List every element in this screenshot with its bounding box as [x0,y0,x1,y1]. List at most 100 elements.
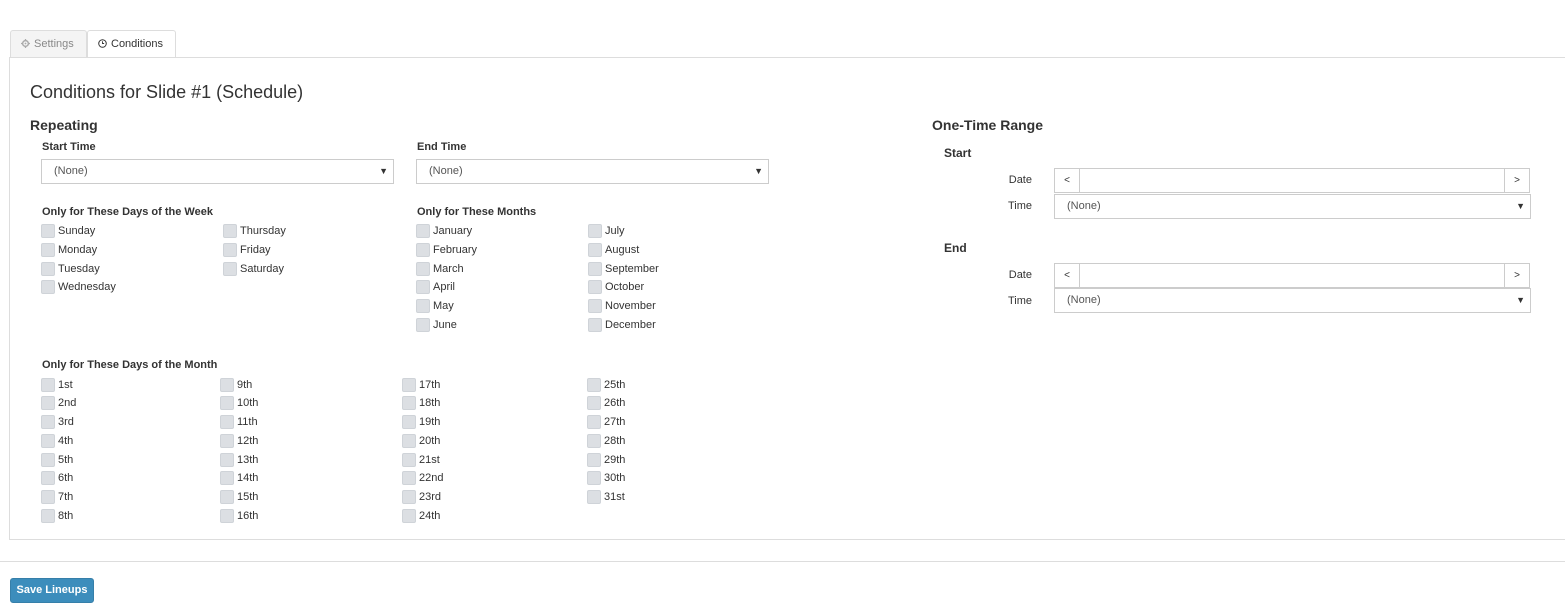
checkbox[interactable] [41,509,55,523]
month-checkbox-may[interactable]: May [416,299,454,315]
month-day-checkbox[interactable]: 9th [220,378,252,394]
checkbox[interactable] [587,434,601,448]
checkbox[interactable] [41,243,55,257]
start-range-time-select[interactable]: (None) ▼ [1054,194,1531,219]
start-date-next-button[interactable]: > [1504,169,1529,192]
checkbox[interactable] [588,243,602,257]
checkbox[interactable] [587,490,601,504]
checkbox[interactable] [41,396,55,410]
month-day-checkbox[interactable]: 3rd [41,415,74,431]
checkbox[interactable] [402,509,416,523]
checkbox[interactable] [587,396,601,410]
month-checkbox-february[interactable]: February [416,243,477,259]
checkbox[interactable] [223,224,237,238]
month-checkbox-june[interactable]: June [416,318,457,334]
checkbox[interactable] [223,243,237,257]
month-day-checkbox[interactable]: 2nd [41,396,76,412]
month-day-checkbox[interactable]: 26th [587,396,625,412]
checkbox[interactable] [588,262,602,276]
month-day-checkbox[interactable]: 27th [587,415,625,431]
checkbox[interactable] [223,262,237,276]
month-checkbox-january[interactable]: January [416,224,472,240]
checkbox[interactable] [41,434,55,448]
month-day-checkbox[interactable]: 13th [220,453,258,469]
checkbox[interactable] [41,280,55,294]
start-date-prev-button[interactable]: < [1055,169,1080,192]
month-day-checkbox[interactable]: 23rd [402,490,441,506]
checkbox[interactable] [41,453,55,467]
checkbox[interactable] [416,280,430,294]
weekday-checkbox-saturday[interactable]: Saturday [223,262,284,278]
checkbox[interactable] [402,396,416,410]
month-day-checkbox[interactable]: 11th [220,415,258,431]
month-day-checkbox[interactable]: 16th [220,509,258,525]
start-date-input[interactable] [1080,169,1504,192]
month-day-checkbox[interactable]: 28th [587,434,625,450]
month-day-checkbox[interactable]: 31st [587,490,625,506]
end-range-time-select[interactable]: (None) ▼ [1054,288,1531,313]
month-day-checkbox[interactable]: 5th [41,453,73,469]
checkbox[interactable] [588,318,602,332]
checkbox[interactable] [587,415,601,429]
weekday-checkbox-sunday[interactable]: Sunday [41,224,95,240]
checkbox[interactable] [220,471,234,485]
month-day-checkbox[interactable]: 30th [587,471,625,487]
checkbox[interactable] [402,471,416,485]
checkbox[interactable] [587,453,601,467]
checkbox[interactable] [587,471,601,485]
end-date-next-button[interactable]: > [1504,264,1529,287]
month-checkbox-october[interactable]: October [588,280,644,296]
checkbox[interactable] [402,415,416,429]
month-day-checkbox[interactable]: 7th [41,490,73,506]
save-lineups-button[interactable]: Save Lineups [10,578,94,603]
checkbox[interactable] [588,280,602,294]
month-checkbox-july[interactable]: July [588,224,625,240]
checkbox[interactable] [41,471,55,485]
month-day-checkbox[interactable]: 29th [587,453,625,469]
tab-settings[interactable]: Settings [10,30,87,57]
checkbox[interactable] [220,490,234,504]
month-checkbox-december[interactable]: December [588,318,656,334]
weekday-checkbox-friday[interactable]: Friday [223,243,271,259]
checkbox[interactable] [416,243,430,257]
checkbox[interactable] [220,434,234,448]
month-day-checkbox[interactable]: 6th [41,471,73,487]
month-day-checkbox[interactable]: 4th [41,434,73,450]
month-checkbox-september[interactable]: September [588,262,659,278]
month-day-checkbox[interactable]: 12th [220,434,258,450]
month-day-checkbox[interactable]: 20th [402,434,440,450]
month-day-checkbox[interactable]: 8th [41,509,73,525]
checkbox[interactable] [41,224,55,238]
month-checkbox-august[interactable]: August [588,243,639,259]
checkbox[interactable] [220,378,234,392]
month-day-checkbox[interactable]: 24th [402,509,440,525]
month-checkbox-march[interactable]: March [416,262,464,278]
checkbox[interactable] [220,396,234,410]
checkbox[interactable] [220,509,234,523]
end-time-select[interactable]: (None) ▼ [416,159,769,184]
checkbox[interactable] [402,378,416,392]
checkbox[interactable] [41,378,55,392]
month-day-checkbox[interactable]: 17th [402,378,440,394]
checkbox[interactable] [416,262,430,276]
month-day-checkbox[interactable]: 1st [41,378,73,394]
checkbox[interactable] [416,299,430,313]
month-day-checkbox[interactable]: 25th [587,378,625,394]
checkbox[interactable] [588,299,602,313]
month-day-checkbox[interactable]: 14th [220,471,258,487]
checkbox[interactable] [41,490,55,504]
weekday-checkbox-tuesday[interactable]: Tuesday [41,262,100,278]
checkbox[interactable] [220,415,234,429]
checkbox[interactable] [416,318,430,332]
checkbox[interactable] [402,434,416,448]
weekday-checkbox-thursday[interactable]: Thursday [223,224,286,240]
checkbox[interactable] [402,453,416,467]
tab-conditions[interactable]: Conditions [87,30,176,58]
checkbox[interactable] [402,490,416,504]
month-day-checkbox[interactable]: 19th [402,415,440,431]
checkbox[interactable] [588,224,602,238]
month-day-checkbox[interactable]: 15th [220,490,258,506]
month-checkbox-november[interactable]: November [588,299,656,315]
month-checkbox-april[interactable]: April [416,280,455,296]
weekday-checkbox-monday[interactable]: Monday [41,243,97,259]
